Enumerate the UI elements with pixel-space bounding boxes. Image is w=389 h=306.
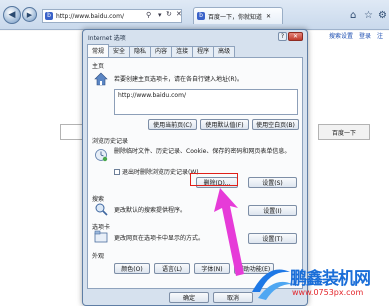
tab-content[interactable]: 内容	[150, 46, 173, 57]
favorites-star-icon[interactable]: ☆	[364, 10, 373, 21]
address-url: http://www.baidu.com/	[56, 12, 124, 20]
browser-tab[interactable]: b 百度一下，你就知道 ✕	[193, 7, 283, 24]
tab-programs[interactable]: 程序	[192, 46, 215, 57]
tabs-settings-button[interactable]: 设置(T)	[248, 233, 297, 244]
site-favicon-icon: b	[45, 12, 53, 20]
tabs-window-icon	[94, 230, 108, 243]
history-group-label: 浏览历史记录	[92, 138, 129, 145]
appearance-group-label: 外观	[92, 253, 105, 260]
history-clock-icon	[95, 149, 108, 162]
tab-connections[interactable]: 连接	[171, 46, 194, 57]
delete-on-exit-label: 退出时删除浏览历史记录(W)	[122, 169, 199, 176]
cancel-button[interactable]: 取消	[213, 292, 253, 303]
magnifier-icon	[95, 203, 108, 216]
tab-security[interactable]: 安全	[108, 46, 131, 57]
link-search-settings[interactable]: 搜索设置	[329, 31, 353, 40]
delete-on-exit-row: 退出时删除浏览历史记录(W)	[114, 167, 199, 176]
forward-arrow-icon: ▶	[26, 10, 33, 19]
search-settings-button[interactable]: 设置(I)	[248, 205, 297, 216]
tab-advanced[interactable]: 高级	[213, 46, 236, 57]
dropdown-arrow-icon[interactable]: ▾	[158, 11, 162, 19]
refresh-icon[interactable]: ↻	[166, 10, 172, 18]
forward-button[interactable]: ▶	[22, 7, 37, 22]
page-search-button[interactable]: 百度一下	[318, 124, 370, 140]
homepage-url-textarea[interactable]: http://www.baidu.com/	[114, 89, 298, 115]
ok-button[interactable]: 确定	[169, 292, 209, 303]
watermark-url: www.0753px.com	[292, 288, 364, 297]
house-icon	[94, 72, 108, 86]
tab-general[interactable]: 常规	[87, 44, 110, 57]
search-desc: 更改默认的搜索提供程序。	[114, 207, 187, 214]
use-default-button[interactable]: 使用默认值(F)	[200, 119, 249, 130]
languages-button[interactable]: 语言(L)	[154, 263, 190, 274]
highlight-box	[190, 173, 238, 186]
pointer-arrow-icon	[214, 188, 244, 276]
link-register[interactable]: 注	[377, 31, 383, 40]
search-icon[interactable]: ⚲	[146, 11, 151, 19]
colors-button[interactable]: 颜色(O)	[114, 263, 150, 274]
dialog-tabs: 常规 安全 隐私 内容 连接 程序 高级	[87, 44, 236, 57]
homepage-url-value: http://www.baidu.com/	[118, 92, 186, 99]
back-button[interactable]: ◀	[3, 6, 21, 24]
delete-on-exit-checkbox[interactable]	[114, 168, 120, 175]
use-current-page-button[interactable]: 使用当前页(C)	[148, 119, 197, 130]
history-settings-button[interactable]: 设置(S)	[248, 177, 297, 188]
watermark-swirl-logo	[252, 269, 292, 300]
history-desc: 删除临时文件、历史记录、Cookie、保存的密码和网页表单信息。	[114, 148, 291, 155]
back-arrow-icon: ◀	[8, 10, 16, 20]
tools-gear-icon[interactable]: ⚙	[378, 10, 387, 21]
help-button[interactable]: ?	[278, 32, 287, 41]
tabs-desc: 更改网页在选项卡中显示的方式。	[114, 235, 205, 242]
link-login[interactable]: 登录	[359, 31, 371, 40]
watermark-title: 鹏鑫装机网	[290, 269, 371, 289]
use-blank-page-button[interactable]: 使用空白页(B)	[252, 119, 299, 130]
dialog-title: Internet 选项	[88, 34, 126, 42]
stop-icon[interactable]: ✕	[176, 10, 182, 18]
tab-privacy[interactable]: 隐私	[129, 46, 152, 57]
close-icon[interactable]: ✕	[288, 32, 303, 41]
homepage-desc: 若要创建主页选项卡，请在各自行键入地址(R)。	[114, 76, 243, 83]
tab-title: 百度一下，你就知道	[208, 13, 263, 21]
page-search-input[interactable]	[60, 124, 84, 140]
tab-favicon-icon: b	[197, 12, 205, 20]
home-icon[interactable]: ⌂	[350, 10, 356, 21]
top-links: 搜索设置 登录 注	[329, 31, 383, 40]
homepage-group-label: 主页	[92, 63, 105, 70]
tab-close-icon[interactable]: ✕	[266, 13, 271, 20]
